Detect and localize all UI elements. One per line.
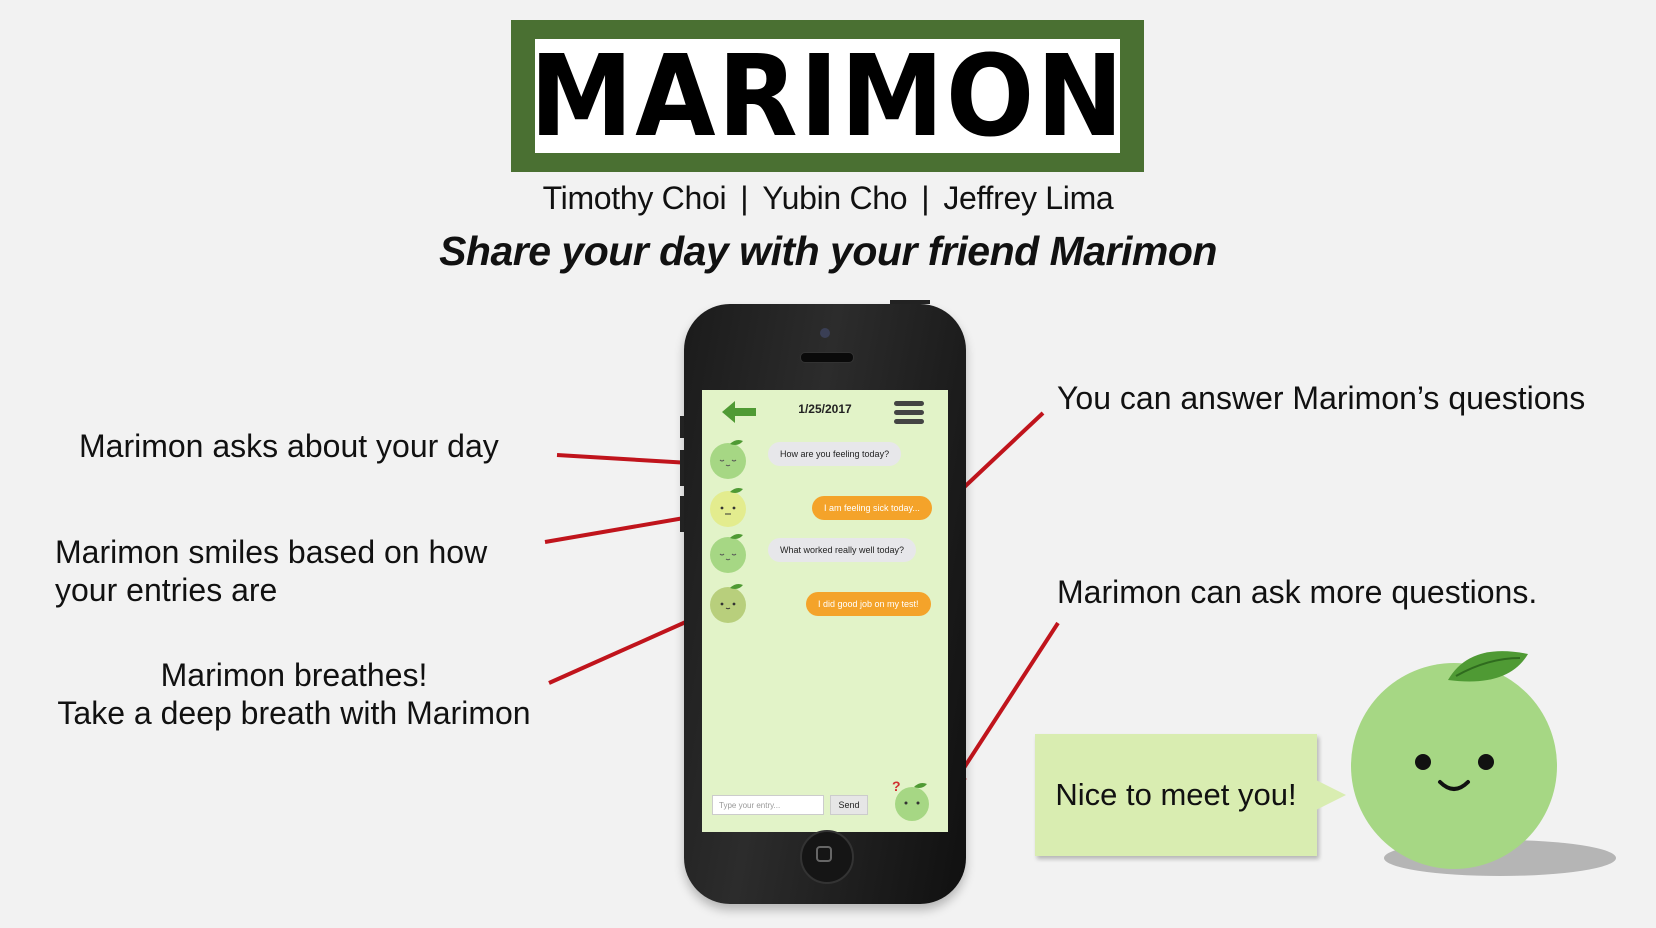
entry-input[interactable] <box>712 795 824 815</box>
message-row: How are you feeling today? <box>768 442 902 466</box>
arrow-smiles <box>544 515 691 544</box>
marimon-right-eye <box>1478 754 1494 770</box>
home-square-icon <box>816 846 832 862</box>
speech-bubble: Nice to meet you! <box>1035 734 1317 856</box>
message-row: I did good job on my test! <box>806 592 931 616</box>
annotation-asks: Marimon asks about your day <box>79 428 499 464</box>
annotation-breathes-line1: Marimon breathes! <box>160 657 428 693</box>
author-separator: | <box>740 180 749 216</box>
marimon-question-avatar[interactable]: ? <box>890 774 934 822</box>
phone-top-button <box>890 300 930 304</box>
speech-text: Nice to meet you! <box>1055 777 1297 812</box>
author-name: Timothy Choi <box>542 180 727 216</box>
app-screen: 1/25/2017 How are you feeling today? I a… <box>702 390 948 832</box>
marimon-message: How are you feeling today? <box>768 442 902 466</box>
user-message: I did good job on my test! <box>806 592 931 616</box>
marimon-message: What worked really well today? <box>768 538 917 562</box>
app-header: 1/25/2017 <box>702 390 948 432</box>
annotation-breathes-line2: Take a deep breath with Marimon <box>57 695 531 731</box>
arrow-answer <box>956 411 1045 495</box>
annotation-smiles: Marimon smiles based on how your entries… <box>55 533 487 609</box>
logo-title: MARIMON <box>529 30 1126 162</box>
phone-camera <box>820 328 830 338</box>
phone-speaker <box>800 352 854 363</box>
arrow-asks <box>556 453 691 465</box>
logo-frame: MARIMON <box>511 20 1144 172</box>
marimon-left-eye <box>1415 754 1431 770</box>
author-name: Jeffrey Lima <box>943 180 1114 216</box>
author-list: Timothy Choi | Yubin Cho | Jeffrey Lima <box>0 180 1656 217</box>
marimon-character <box>1351 651 1616 876</box>
phone-side-button <box>680 450 684 486</box>
message-row: I am feeling sick today... <box>812 496 932 520</box>
logo-inner: MARIMON <box>530 39 1123 153</box>
message-row: What worked really well today? <box>768 538 917 562</box>
question-mark: ? <box>892 778 901 794</box>
marimon-body <box>1351 663 1557 869</box>
marimon-calm-avatar <box>710 440 746 479</box>
annotation-answer: You can answer Marimon’s questions <box>1057 380 1586 416</box>
author-separator: | <box>921 180 930 216</box>
leaf-icon <box>1448 651 1528 682</box>
annotation-breathes: Marimon breathes! Take a deep breath wit… <box>38 656 550 732</box>
user-message: I am feeling sick today... <box>812 496 932 520</box>
tagline: Share your day with your friend Marimon <box>439 228 1217 274</box>
phone-side-button <box>680 496 684 532</box>
send-button[interactable]: Send <box>830 795 868 815</box>
annotation-more: Marimon can ask more questions. <box>1057 574 1538 610</box>
author-name: Yubin Cho <box>762 180 908 216</box>
phone-mockup: 1/25/2017 How are you feeling today? I a… <box>680 300 966 904</box>
annotation-smiles-line1: Marimon smiles based on how <box>55 534 488 570</box>
phone-side-button <box>680 416 684 438</box>
hamburger-menu-icon[interactable] <box>894 401 924 425</box>
marimon-calm-avatar <box>710 534 746 573</box>
arrow-breathes <box>548 619 689 685</box>
entry-input-row: Send <box>712 795 868 815</box>
annotation-smiles-line2: your entries are <box>55 572 278 608</box>
marimon-happy-avatar <box>710 584 746 623</box>
marimon-neutral-avatar <box>710 488 746 527</box>
